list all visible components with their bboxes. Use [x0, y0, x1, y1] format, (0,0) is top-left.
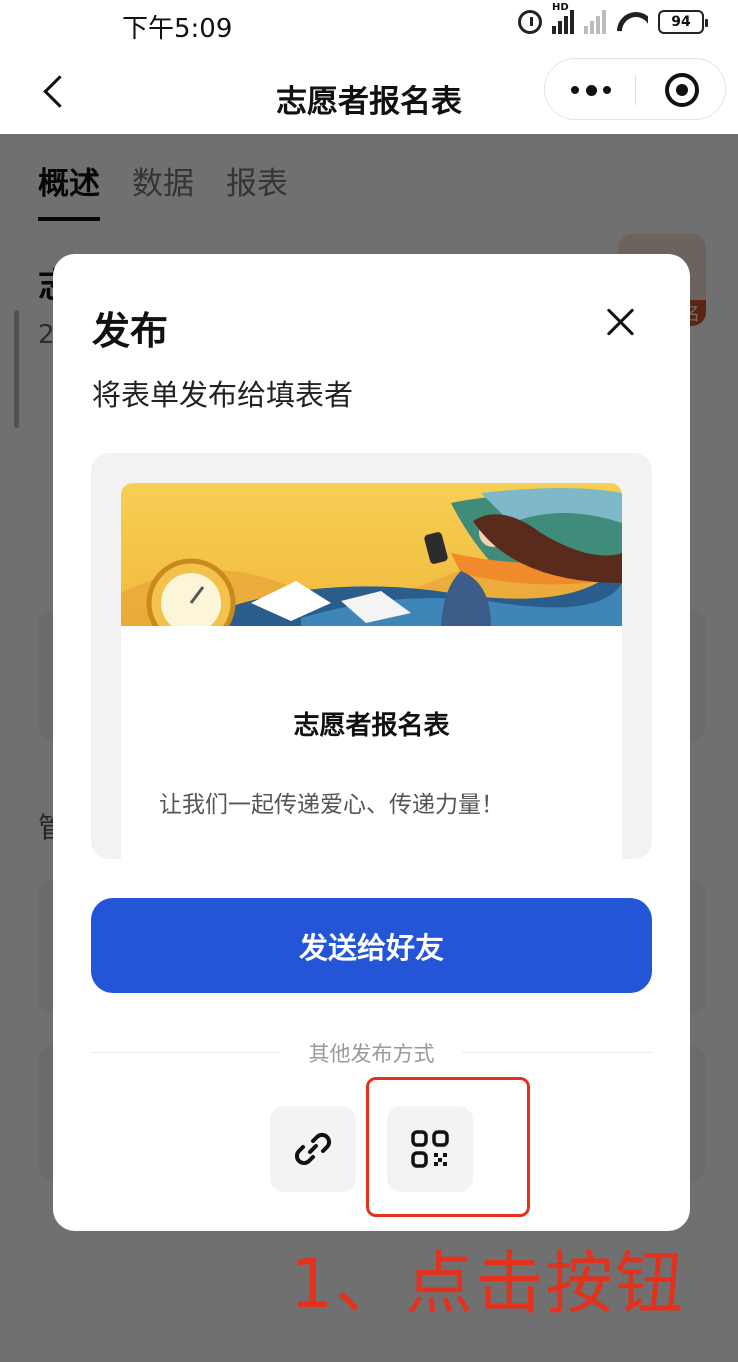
status-bar: 下午5:09 HD 94	[0, 0, 738, 50]
highlight-box	[366, 1077, 530, 1217]
battery-icon: 94	[658, 10, 708, 34]
more-dots-icon[interactable]	[571, 81, 611, 99]
target-icon[interactable]	[665, 73, 699, 107]
status-icons: HD 94	[518, 2, 708, 34]
share-preview: 志愿者报名表 让我们一起传递爱心、传递力量！	[91, 453, 652, 859]
banner-illustration	[121, 483, 622, 626]
signal-icon	[552, 10, 574, 34]
status-time: 下午5:09	[122, 14, 233, 44]
preview-form-description: 让我们一起传递爱心、传递力量！	[159, 792, 504, 818]
other-methods-label: 其他发布方式	[308, 1042, 435, 1066]
send-to-friend-button[interactable]: 发送给好友	[91, 898, 652, 993]
other-methods-divider: 其他发布方式	[91, 1038, 652, 1068]
mini-program-capsule	[544, 58, 726, 120]
preview-form-title: 志愿者报名表	[293, 711, 450, 741]
copy-link-button[interactable]	[270, 1106, 356, 1192]
hd-signal: HD	[552, 2, 574, 34]
signal-2-icon	[584, 10, 606, 34]
capsule-divider	[635, 75, 636, 105]
dialog-subtitle: 将表单发布给填表者	[92, 378, 354, 412]
dialog-title: 发布	[92, 309, 169, 353]
close-icon[interactable]	[601, 302, 641, 342]
annotation-text: 1、点击按钮	[290, 1245, 686, 1324]
battery-level: 94	[671, 14, 691, 30]
nav-bar: 志愿者报名表	[0, 50, 738, 134]
alarm-icon	[518, 10, 542, 34]
hd-tag: HD	[552, 2, 569, 13]
wifi-icon	[616, 10, 648, 34]
share-card: 志愿者报名表 让我们一起传递爱心、传递力量！	[121, 483, 622, 859]
link-icon	[294, 1132, 332, 1166]
